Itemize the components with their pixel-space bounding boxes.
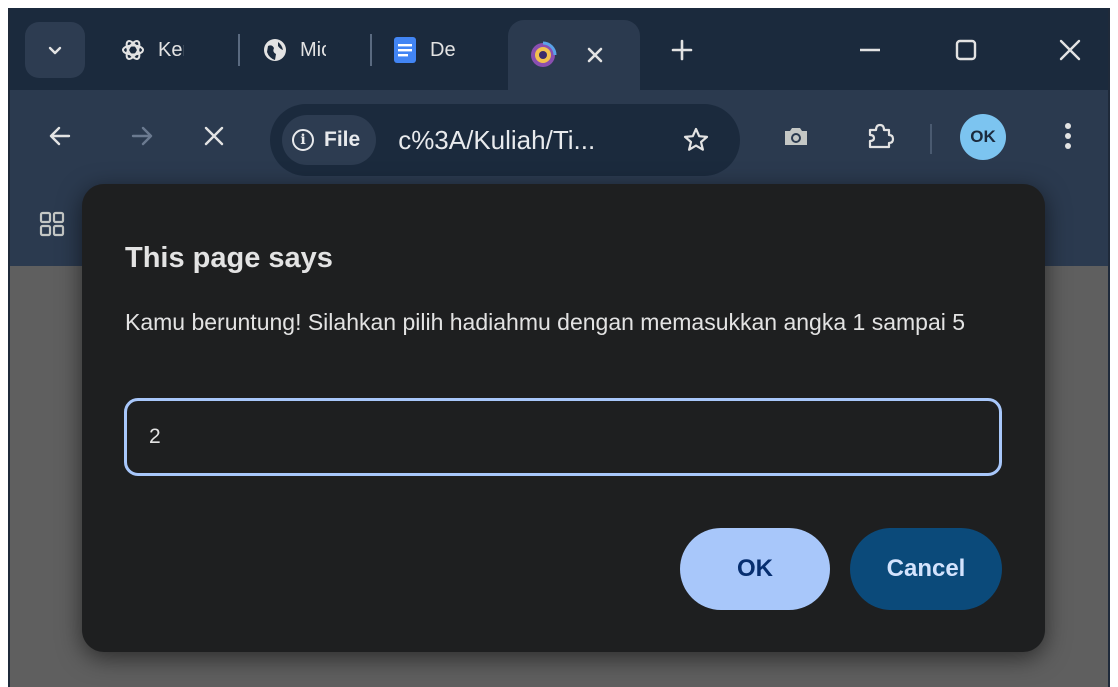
tab-title: Des — [430, 38, 456, 61]
menu-button[interactable] — [1044, 112, 1092, 160]
camera-icon — [785, 128, 807, 145]
tab-separator — [370, 34, 372, 66]
forward-button[interactable] — [118, 112, 166, 160]
bookmark-star-button[interactable] — [676, 120, 716, 160]
minimize-button[interactable] — [850, 30, 890, 70]
arrow-right-icon — [131, 126, 153, 146]
tab-title: Ker — [158, 38, 184, 61]
toolbar-separator — [930, 124, 932, 154]
arrow-left-icon — [49, 126, 71, 146]
prompt-input[interactable] — [124, 398, 1002, 476]
tab-ker[interactable]: Ker — [118, 22, 184, 78]
extensions-button[interactable] — [856, 112, 904, 160]
tab-des[interactable]: Des — [390, 22, 456, 78]
profile-avatar[interactable]: OK — [960, 114, 1006, 160]
close-tab-icon[interactable] — [586, 46, 604, 64]
puzzle-icon — [868, 123, 895, 149]
tab-active[interactable] — [508, 20, 640, 90]
close-icon — [204, 126, 224, 146]
apps-button[interactable] — [32, 204, 72, 244]
close-window-button[interactable] — [1050, 30, 1090, 70]
dialog-title: This page says — [125, 242, 333, 274]
site-info-chip[interactable]: i File — [282, 115, 377, 165]
star-icon — [683, 127, 709, 151]
stop-loading-button[interactable] — [190, 112, 238, 160]
prompt-dialog: This page says Kamu beruntung! Silahkan … — [82, 184, 1045, 652]
apps-grid-icon — [39, 211, 65, 237]
close-icon — [1059, 39, 1081, 61]
info-icon: i — [292, 129, 314, 151]
tab-strip: Ker Mic Des — [10, 8, 1108, 90]
tab-title: Mic — [300, 38, 326, 61]
dialog-message: Kamu beruntung! Silahkan pilih hadiahmu … — [125, 309, 966, 335]
address-bar[interactable]: i File c%3A/Kuliah/Ti... — [270, 104, 740, 176]
site-info-label: File — [324, 128, 361, 151]
avatar-initials: OK — [970, 127, 996, 146]
minimize-icon — [860, 48, 880, 52]
tab-mic[interactable]: Mic — [260, 22, 326, 78]
google-docs-icon — [390, 35, 420, 65]
maximize-icon — [955, 39, 977, 61]
maximize-button[interactable] — [946, 30, 986, 70]
url-text: c%3A/Kuliah/Ti... — [398, 124, 596, 155]
chevron-down-icon — [48, 46, 62, 55]
cancel-button[interactable]: Cancel — [850, 528, 1002, 610]
tab-separator — [238, 34, 240, 66]
camera-button[interactable] — [772, 112, 820, 160]
plus-icon — [671, 39, 693, 61]
site-logo-icon — [528, 40, 558, 70]
toolbar: i File c%3A/Kuliah/Ti... OK — [10, 90, 1108, 182]
globe-icon — [260, 35, 290, 65]
tab-search-button[interactable] — [25, 22, 85, 78]
kebab-menu-icon — [1065, 123, 1071, 149]
new-tab-button[interactable] — [662, 30, 702, 70]
ok-button[interactable]: OK — [680, 528, 830, 610]
openai-icon — [118, 35, 148, 65]
back-button[interactable] — [36, 112, 84, 160]
